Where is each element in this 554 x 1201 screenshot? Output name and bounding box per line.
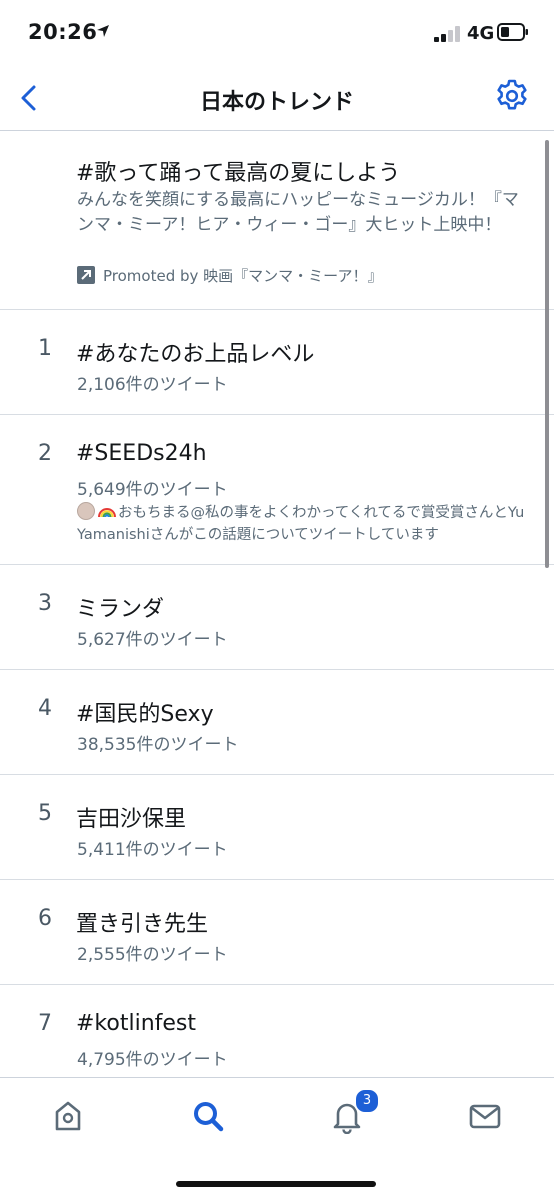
trend-rank: 6 [38,906,52,931]
trend-row[interactable]: 4 #国民的Sexy 38,535件のツイート [0,670,554,775]
trend-tweet-count: 5,649件のツイート [77,480,228,500]
trend-tweet-count: 38,535件のツイート [77,735,239,755]
status-time: 20:26 [28,20,98,44]
trend-name: #SEEDs24h [76,441,207,466]
promoted-arrow-icon [77,266,95,284]
trend-tweet-count: 5,411件のツイート [77,840,228,860]
trend-name: 置き引き先生 [76,912,209,937]
rainbow-icon [98,508,116,517]
scrollbar[interactable] [545,140,549,568]
navigation-bar: 日本のトレンド [0,66,554,131]
trend-rank: 7 [38,1011,52,1036]
trend-tweet-count: 5,627件のツイート [77,630,228,650]
trend-name: 吉田沙保里 [76,807,187,832]
trend-rank: 2 [38,441,52,466]
trend-context-text: おもちまる@私の事をよくわかってくれてるで賞受賞さんとYu Yamanishiさ… [77,505,525,543]
promoted-trend[interactable]: #歌って踊って最高の夏にしよう みんなを笑顔にする最高にハッピーなミュージカル！… [0,131,554,310]
battery-icon [497,23,528,41]
signal-icon [434,26,460,42]
gear-icon[interactable] [494,78,530,114]
notification-badge: 3 [354,1088,380,1114]
trend-name: #国民的Sexy [76,702,214,727]
trend-rank: 1 [38,336,52,361]
trend-context: おもちまる@私の事をよくわかってくれてるで賞受賞さんとYu Yamanishiさ… [77,502,537,546]
trend-name: #kotlinfest [76,1011,197,1036]
avatar [77,502,95,520]
search-icon[interactable] [190,1098,226,1134]
page-title: 日本のトレンド [199,90,354,115]
trend-rank: 4 [38,696,52,721]
network-label: 4G [467,23,495,44]
trend-row[interactable]: 6 置き引き先生 2,555件のツイート [0,880,554,985]
promoted-trend-name: #歌って踊って最高の夏にしよう [76,161,401,186]
trend-rank: 5 [38,801,52,826]
status-bar: 20:26 4G [0,0,554,66]
promoted-by-text: Promoted by 映画『マンマ・ミーア！』 [103,267,383,285]
promoted-by-line: Promoted by 映画『マンマ・ミーア！』 [77,265,383,286]
trend-tweet-count: 4,795件のツイート [77,1050,228,1070]
home-icon[interactable] [50,1098,86,1134]
trend-rank: 3 [38,591,52,616]
trend-row[interactable]: 1 #あなたのお上品レベル 2,106件のツイート [0,310,554,415]
trends-list: #歌って踊って最高の夏にしよう みんなを笑顔にする最高にハッピーなミュージカル！… [0,131,554,1077]
promoted-trend-description: みんなを笑顔にする最高にハッピーなミュージカル！『マンマ・ミーア！ヒア・ウィー・… [77,190,519,235]
trend-row[interactable]: 3 ミランダ 5,627件のツイート [0,565,554,670]
trend-row[interactable]: 7 #kotlinfest 4,795件のツイート [0,985,554,1077]
trend-row[interactable]: 5 吉田沙保里 5,411件のツイート [0,775,554,880]
trend-tweet-count: 2,106件のツイート [77,375,228,395]
trend-row[interactable]: 2 #SEEDs24h 5,649件のツイート おもちまる@私の事をよくわかって… [0,415,554,565]
location-arrow-icon [97,25,109,37]
trend-name: #あなたのお上品レベル [76,342,315,367]
mail-icon[interactable] [467,1098,503,1134]
trend-tweet-count: 2,555件のツイート [77,945,228,965]
home-indicator [176,1181,376,1187]
trend-name: ミランダ [76,597,165,622]
